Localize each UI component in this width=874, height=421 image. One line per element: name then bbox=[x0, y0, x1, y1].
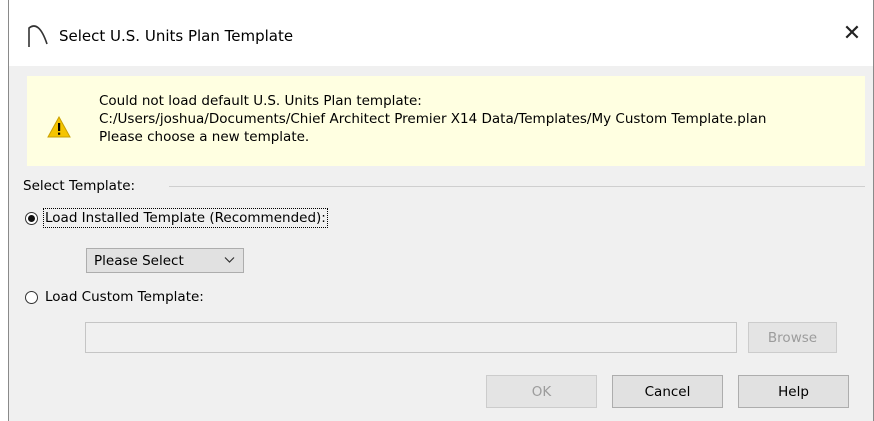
radio-load-custom[interactable]: Load Custom Template: bbox=[25, 289, 204, 305]
radio-installed-label: Load Installed Template (Recommended): bbox=[43, 208, 328, 228]
warning-path: C:/Users/joshua/Documents/Chief Architec… bbox=[99, 111, 767, 127]
browse-button[interactable]: Browse bbox=[748, 322, 837, 353]
select-template-label: Select Template: bbox=[23, 178, 136, 194]
close-icon: ✕ bbox=[842, 20, 862, 46]
title-bar: Select U.S. Units Plan Template ✕ bbox=[9, 0, 873, 66]
radio-custom-label: Load Custom Template: bbox=[45, 289, 204, 305]
warning-line-3: Please choose a new template. bbox=[99, 129, 310, 145]
ok-button[interactable]: OK bbox=[486, 375, 597, 408]
window-title: Select U.S. Units Plan Template bbox=[59, 27, 294, 45]
help-button[interactable]: Help bbox=[738, 375, 849, 408]
chevron-down-icon bbox=[224, 257, 235, 263]
group-divider bbox=[169, 186, 865, 187]
close-button[interactable]: ✕ bbox=[837, 18, 867, 48]
warning-line-1: Could not load default U.S. Units Plan t… bbox=[99, 93, 422, 109]
radio-load-installed[interactable]: Load Installed Template (Recommended): bbox=[25, 208, 328, 228]
cancel-button[interactable]: Cancel bbox=[612, 375, 723, 408]
warning-banner: Could not load default U.S. Units Plan t… bbox=[27, 76, 865, 166]
app-icon bbox=[28, 25, 48, 47]
custom-template-path-input[interactable] bbox=[85, 322, 737, 353]
radio-installed-indicator[interactable] bbox=[25, 211, 38, 225]
warning-icon bbox=[47, 116, 71, 138]
installed-template-select[interactable]: Please Select bbox=[86, 248, 244, 273]
radio-custom-indicator[interactable] bbox=[25, 290, 38, 304]
warning-message: Could not load default U.S. Units Plan t… bbox=[99, 92, 766, 146]
select-value: Please Select bbox=[94, 252, 184, 269]
select-template-dialog: Select U.S. Units Plan Template ✕ Could … bbox=[8, 0, 874, 421]
